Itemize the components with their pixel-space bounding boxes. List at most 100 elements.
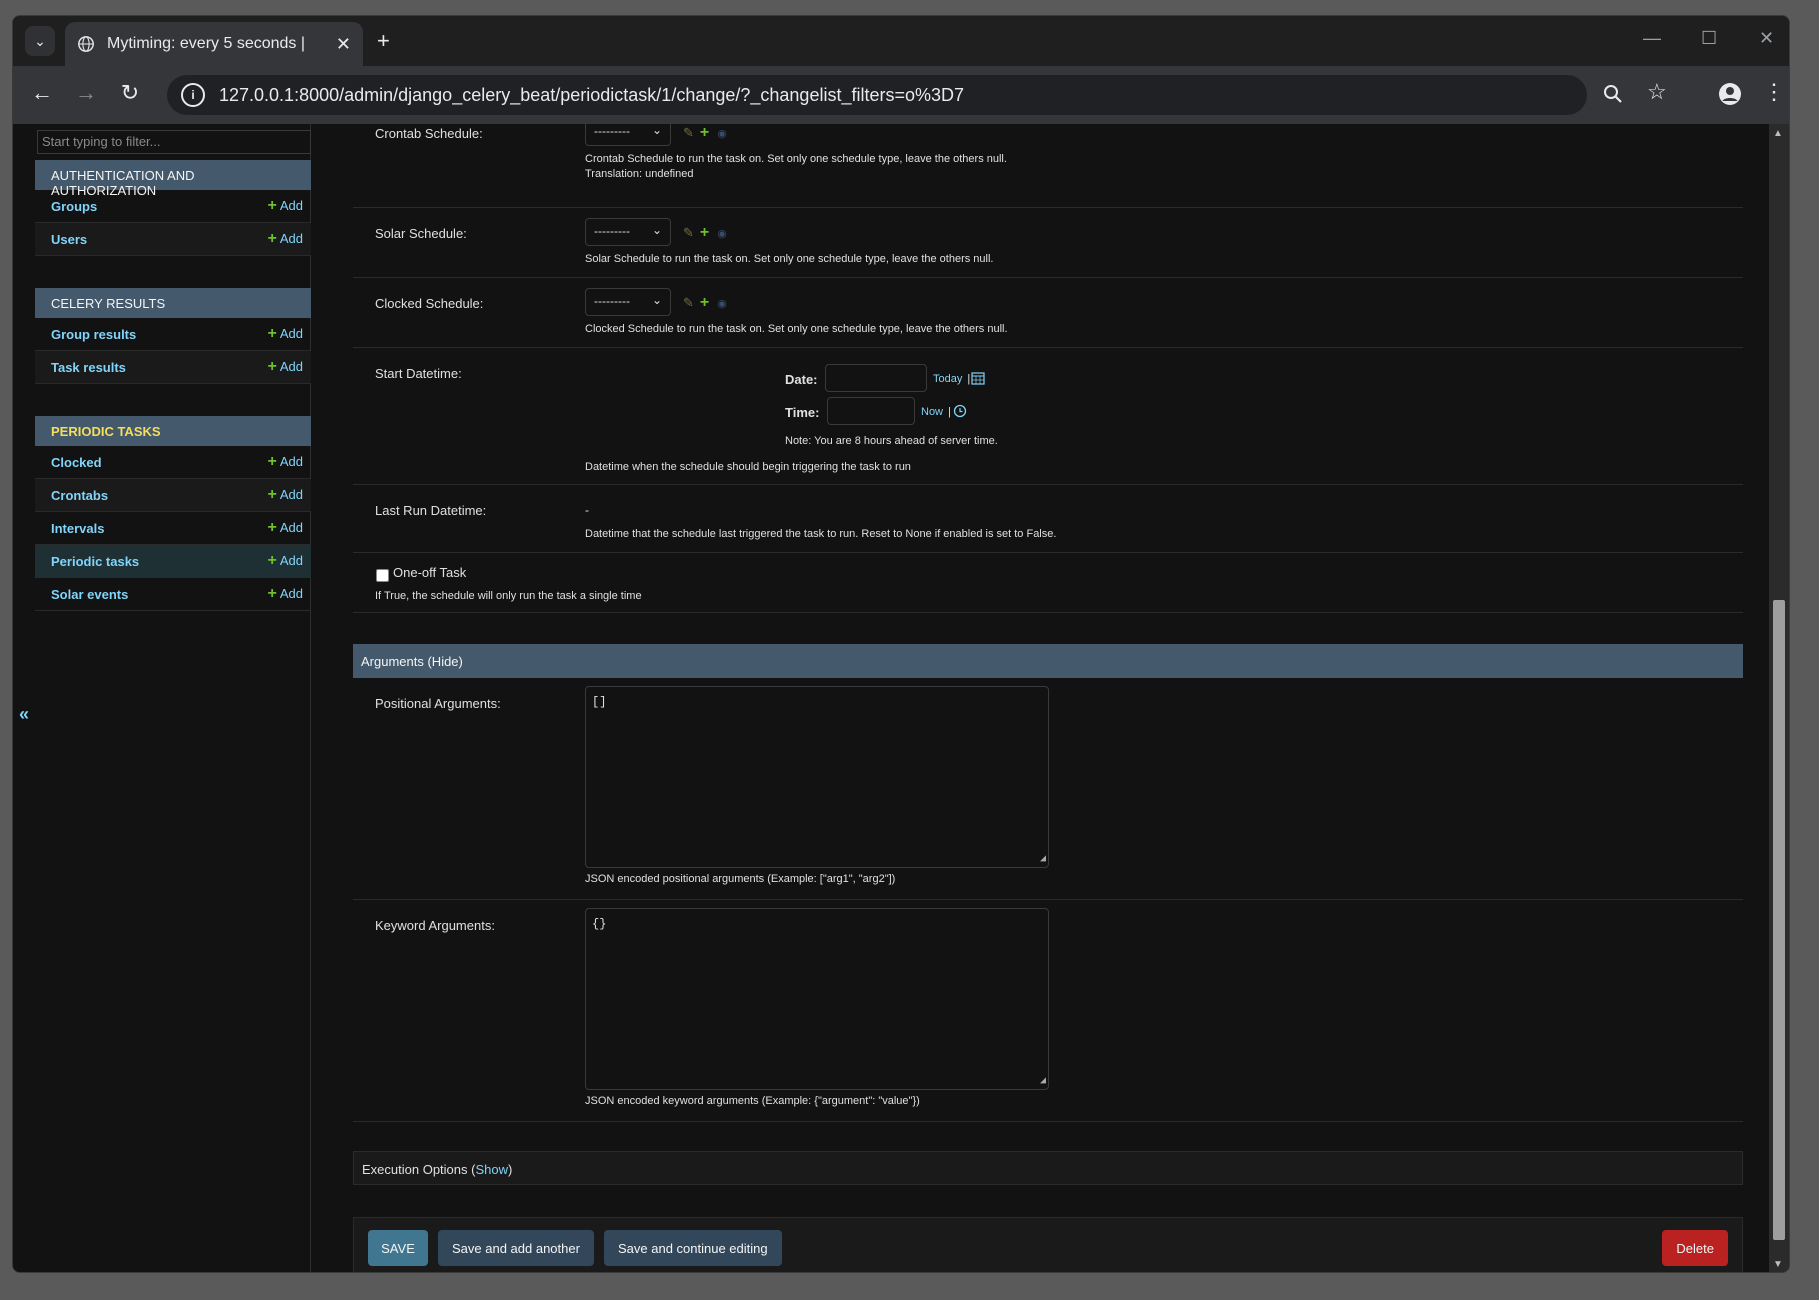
resize-grip-icon[interactable]: ◢ <box>1040 1075 1046 1087</box>
execution-options-fieldset: Execution Options (Show) <box>353 1151 1743 1185</box>
arguments-fieldset-header[interactable]: Arguments (Hide) <box>353 644 1743 678</box>
pencil-icon[interactable]: ✎ <box>683 225 694 240</box>
solar-schedule-select[interactable]: --------- ⌄ <box>585 218 671 246</box>
window-close-icon[interactable]: ✕ <box>1759 28 1774 49</box>
add-link[interactable]: + Add <box>268 552 303 570</box>
bookmark-star-icon[interactable]: ☆ <box>1647 79 1667 105</box>
scrollbar-thumb[interactable] <box>1773 600 1785 1240</box>
plus-icon: + <box>267 585 277 602</box>
profile-icon[interactable] <box>1719 83 1741 105</box>
plus-icon: + <box>267 358 277 375</box>
submit-row: Save Save and add another Save and conti… <box>353 1217 1743 1272</box>
clocked-schedule-row: Clocked Schedule: --------- ⌄ ✎ + ◉ Clocked… <box>353 278 1743 348</box>
sidebar-item-solar-events[interactable]: Solar events + Add <box>35 578 311 611</box>
pencil-icon[interactable]: ✎ <box>683 125 694 140</box>
browser-tab[interactable]: Mytiming: every 5 seconds | ✕ <box>65 22 363 66</box>
now-link[interactable]: Now | <box>921 406 951 418</box>
sidebar-item-label[interactable]: Users <box>51 232 87 247</box>
sidebar-item-label[interactable]: Periodic tasks <box>51 554 139 569</box>
add-label: Add <box>279 231 303 246</box>
delete-button[interactable]: Delete <box>1662 1230 1728 1266</box>
sidebar-toggle-icon[interactable]: « <box>19 704 29 725</box>
reload-icon[interactable]: ↻ <box>115 80 145 106</box>
show-toggle-link[interactable]: Show <box>475 1162 508 1177</box>
help-text: Crontab Schedule to run the task on. Set… <box>585 153 1007 165</box>
clock-icon[interactable] <box>953 404 967 418</box>
zoom-icon[interactable] <box>1603 84 1623 104</box>
positional-arguments-row: Positional Arguments: [] ◢ JSON encoded p… <box>353 678 1743 900</box>
add-label: Add <box>279 326 303 341</box>
crontab-schedule-select[interactable]: --------- ⌄ <box>585 124 671 146</box>
time-input[interactable] <box>827 397 915 425</box>
add-link[interactable]: + Add <box>268 230 303 248</box>
sidebar-filter-input[interactable]: Start typing to filter... <box>37 130 311 154</box>
save-and-add-another-button[interactable]: Save and add another <box>438 1230 594 1266</box>
sidebar-item-label[interactable]: Groups <box>51 199 97 214</box>
positional-arguments-textarea[interactable]: [] ◢ <box>585 686 1049 868</box>
sidebar-item-label[interactable]: Group results <box>51 327 136 342</box>
add-link[interactable]: + Add <box>268 585 303 603</box>
sidebar-item-clocked[interactable]: Clocked + Add <box>35 446 311 479</box>
browser-menu-icon[interactable]: ⋮ <box>1763 79 1785 105</box>
page-scrollbar[interactable]: ▲ ▼ <box>1769 124 1789 1272</box>
back-icon[interactable]: ← <box>27 80 57 106</box>
plus-icon[interactable]: + <box>700 124 709 141</box>
clocked-schedule-select[interactable]: --------- ⌄ <box>585 288 671 316</box>
module-header-auth[interactable]: Authentication and Authorization <box>35 160 311 198</box>
address-bar[interactable]: i 127.0.0.1:8000/admin/django_celery_bea… <box>167 75 1587 115</box>
new-tab-button[interactable]: + <box>377 28 390 54</box>
plus-icon[interactable]: + <box>700 224 709 241</box>
sidebar-item-label[interactable]: Solar events <box>51 587 128 602</box>
separator: | <box>945 406 951 418</box>
add-label: Add <box>279 198 303 213</box>
today-link[interactable]: Today | <box>933 373 970 385</box>
add-link[interactable]: + Add <box>268 197 303 215</box>
eye-icon[interactable]: ◉ <box>717 128 727 140</box>
time-label: Time: <box>785 405 820 420</box>
forward-icon[interactable]: → <box>71 80 101 106</box>
keyword-arguments-textarea[interactable]: {} ◢ <box>585 908 1049 1090</box>
sidebar-item-label[interactable]: Task results <box>51 360 126 375</box>
sidebar-item-label[interactable]: Intervals <box>51 521 104 536</box>
add-link[interactable]: + Add <box>268 325 303 343</box>
plus-icon[interactable]: + <box>700 294 709 311</box>
module-header-celery-results[interactable]: Celery Results <box>35 288 311 318</box>
help-text: Datetime when the schedule should begin … <box>585 461 911 473</box>
sidebar-item-task-results[interactable]: Task results + Add <box>35 351 311 384</box>
select-value: --------- <box>594 124 630 138</box>
module-title: Celery Results <box>51 296 166 311</box>
save-button[interactable]: Save <box>368 1230 428 1266</box>
scroll-up-icon[interactable]: ▲ <box>1773 128 1783 139</box>
textarea-value: [] <box>592 695 607 709</box>
eye-icon[interactable]: ◉ <box>717 298 727 310</box>
add-link[interactable]: + Add <box>268 453 303 471</box>
sidebar-item-label[interactable]: Crontabs <box>51 488 108 503</box>
sidebar-item-periodic-tasks[interactable]: Periodic tasks + Add <box>35 545 311 578</box>
chevron-down-icon: ⌄ <box>651 124 662 137</box>
save-and-continue-button[interactable]: Save and continue editing <box>604 1230 782 1266</box>
sidebar-item-intervals[interactable]: Intervals + Add <box>35 512 311 545</box>
sidebar-item-label[interactable]: Clocked <box>51 455 102 470</box>
maximize-icon[interactable]: ☐ <box>1701 28 1717 49</box>
checkbox-label[interactable]: One-off Task <box>393 565 466 580</box>
tab-close-icon[interactable]: ✕ <box>336 34 351 55</box>
minimize-icon[interactable]: — <box>1643 28 1661 49</box>
site-info-icon[interactable]: i <box>181 83 205 107</box>
pencil-icon[interactable]: ✎ <box>683 295 694 310</box>
scroll-down-icon[interactable]: ▼ <box>1773 1259 1783 1270</box>
sidebar-item-group-results[interactable]: Group results + Add <box>35 318 311 351</box>
date-input[interactable] <box>825 364 927 392</box>
fieldset-title: Execution Options ( <box>362 1162 476 1177</box>
calendar-icon[interactable] <box>971 371 985 385</box>
sidebar-item-crontabs[interactable]: Crontabs + Add <box>35 479 311 512</box>
eye-icon[interactable]: ◉ <box>717 228 727 240</box>
resize-grip-icon[interactable]: ◢ <box>1040 853 1046 865</box>
add-link[interactable]: + Add <box>268 486 303 504</box>
last-run-datetime-row: Last Run Datetime: - Datetime that the s… <box>353 485 1743 553</box>
add-link[interactable]: + Add <box>268 358 303 376</box>
add-link[interactable]: + Add <box>268 519 303 537</box>
sidebar-item-users[interactable]: Users + Add <box>35 223 311 256</box>
tab-search-button[interactable]: ⌄ <box>25 26 55 56</box>
module-header-periodic-tasks[interactable]: Periodic Tasks <box>35 416 311 446</box>
one-off-checkbox[interactable] <box>376 569 389 582</box>
